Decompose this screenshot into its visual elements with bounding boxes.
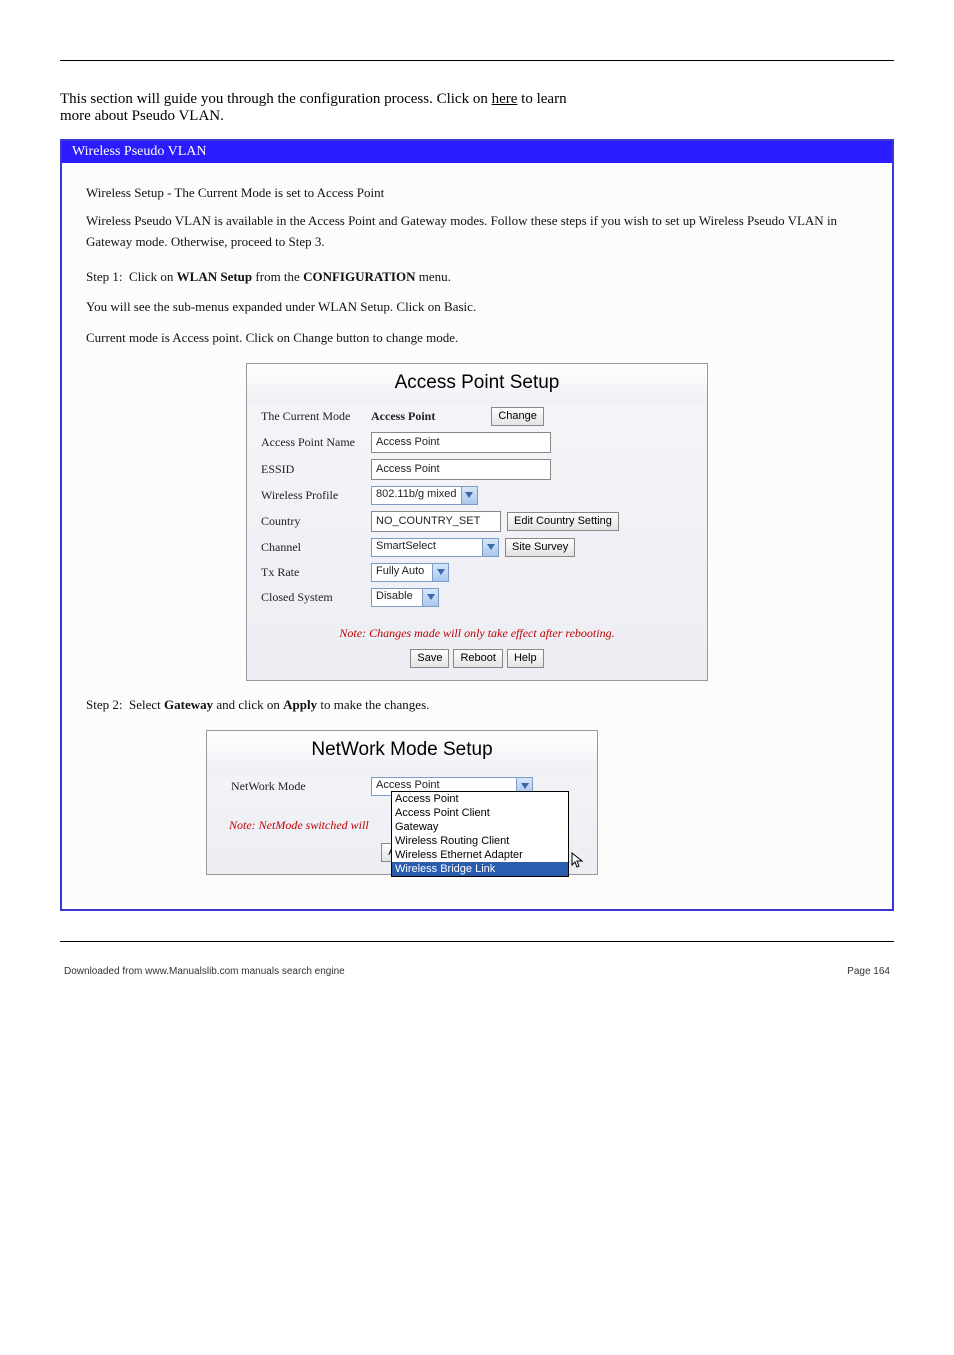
nm-dropdown-list[interactable]: Access Point Access Point Client Gateway… [391, 791, 569, 877]
txrate-label: Tx Rate [261, 565, 371, 580]
chevron-down-icon [461, 487, 477, 504]
footer-left: Downloaded from www.Manualslib.com manua… [64, 966, 345, 977]
sub-heading: Wireless Setup - The Current Mode is set… [86, 185, 868, 201]
country-label: Country [261, 514, 371, 529]
channel-select[interactable]: SmartSelect [371, 538, 499, 557]
txrate-select[interactable]: Fully Auto [371, 563, 449, 582]
nm-option[interactable]: Access Point Client [392, 806, 568, 820]
nm-option[interactable]: Access Point [392, 792, 568, 806]
chevron-down-icon [482, 539, 498, 556]
step-1-2: You will see the sub-menus expanded unde… [86, 297, 868, 318]
country-input[interactable]: NO_COUNTRY_SET [371, 511, 501, 532]
nm-option-highlight[interactable]: Wireless Bridge Link [392, 862, 568, 876]
network-mode-setup-panel: NetWork Mode Setup NetWork Mode Access P… [206, 730, 598, 875]
cursor-icon [571, 852, 585, 870]
edit-country-button[interactable]: Edit Country Setting [507, 512, 619, 531]
current-mode-label: The Current Mode [261, 409, 371, 424]
step-1-3: Current mode is Access point. Click on C… [86, 328, 868, 349]
footer-right: Page 164 [847, 966, 890, 977]
nm-panel-title: NetWork Mode Setup [207, 731, 597, 775]
change-button[interactable]: Change [491, 407, 544, 426]
apname-label: Access Point Name [261, 435, 371, 450]
chevron-down-icon [422, 589, 438, 606]
closed-select[interactable]: Disable [371, 588, 439, 607]
save-button[interactable]: Save [410, 649, 449, 668]
reboot-button[interactable]: Reboot [453, 649, 502, 668]
chapter-heading: This section will guide you through the … [60, 91, 894, 125]
heading-prefix: This section will guide you through the … [60, 91, 492, 107]
pseudo-vlan-box: Wireless Pseudo VLAN Wireless Setup - Th… [60, 139, 894, 911]
access-point-setup-panel: Access Point Setup The Current Mode Acce… [246, 363, 708, 681]
current-mode-value: Access Point [371, 409, 435, 424]
nm-option[interactable]: Wireless Routing Client [392, 834, 568, 848]
nm-label: NetWork Mode [231, 779, 371, 794]
ap-panel-title: Access Point Setup [247, 364, 707, 404]
nm-option[interactable]: Wireless Ethernet Adapter [392, 848, 568, 862]
channel-label: Channel [261, 540, 371, 555]
help-button[interactable]: Help [507, 649, 544, 668]
essid-label: ESSID [261, 462, 371, 477]
essid-input[interactable]: Access Point [371, 459, 551, 480]
chevron-down-icon [432, 564, 448, 581]
box-header: Wireless Pseudo VLAN [62, 141, 892, 163]
heading-link[interactable]: here [492, 91, 518, 107]
intro-text: Wireless Pseudo VLAN is available in the… [86, 211, 868, 253]
step-1: Step 1: Click on WLAN Setup from the CON… [86, 267, 868, 288]
closed-label: Closed System [261, 590, 371, 605]
ap-red-note: Note: Changes made will only take effect… [247, 626, 707, 641]
step-2: Step 2: Select Gateway and click on Appl… [86, 695, 868, 716]
wprofile-label: Wireless Profile [261, 488, 371, 503]
heading-suffix: to learn [517, 91, 566, 107]
heading-line2: more about Pseudo VLAN. [60, 108, 224, 124]
wprofile-select[interactable]: 802.11b/g mixed [371, 486, 478, 505]
apname-input[interactable]: Access Point [371, 432, 551, 453]
nm-option[interactable]: Gateway [392, 820, 568, 834]
site-survey-button[interactable]: Site Survey [505, 538, 575, 557]
